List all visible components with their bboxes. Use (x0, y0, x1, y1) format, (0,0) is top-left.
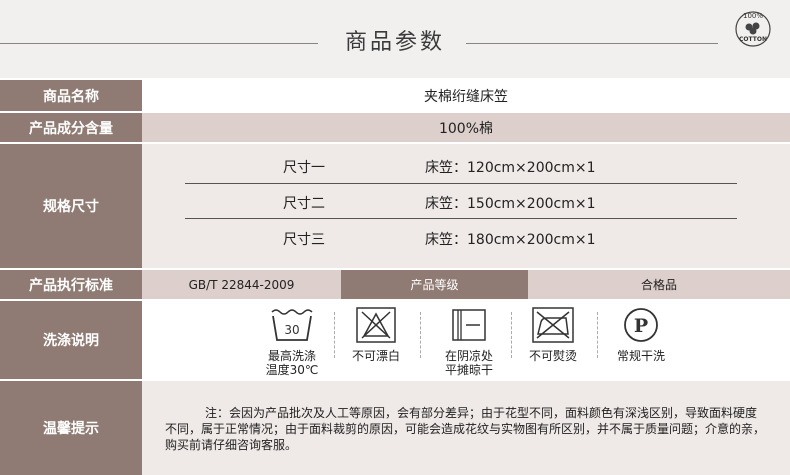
shade-dry-icon (446, 306, 492, 344)
no-bleach-icon (353, 306, 399, 344)
wash-text: 最高洗涤 温度30℃ (252, 349, 332, 377)
row-composition: 产品成分含量 100%棉 (0, 113, 790, 142)
wash-text-line: 不可漂白 (351, 349, 400, 363)
size-divider (185, 218, 737, 219)
logo-text-bottom: COTTON (739, 36, 767, 43)
wash-item: P 常规干洗 (601, 306, 681, 363)
wash-text: 不可漂白 (336, 349, 416, 363)
value-composition: 100%棉 (142, 113, 790, 142)
dry-clean-p-icon: P (618, 306, 664, 344)
wash-text: 在阴凉处 平摊晾干 (429, 349, 509, 377)
value-standard: GB/T 22844-2009 (142, 270, 341, 299)
wash-text: 不可熨烫 (513, 349, 593, 363)
wash-item: 30 最高洗涤 温度30℃ (252, 306, 332, 377)
wash-text-line: 最高洗涤 (267, 349, 316, 363)
page-title: 商品参数 (344, 30, 445, 55)
row-size: 规格尺寸 (0, 144, 790, 268)
label-size: 规格尺寸 (0, 144, 142, 268)
wash-item: 不可漂白 (336, 306, 416, 363)
size-name: 尺寸二 (283, 196, 325, 212)
size-name: 尺寸三 (283, 232, 325, 248)
size-spec: 床笠：150cm×200cm×1 (425, 196, 596, 212)
label-product-name: 商品名称 (0, 80, 142, 111)
size-name: 尺寸一 (283, 160, 325, 176)
wash-item: 在阴凉处 平摊晾干 (429, 306, 509, 377)
label-grade: 产品等级 (341, 270, 528, 299)
row-standard: 产品执行标准 GB/T 22844-2009 产品等级 合格品 (0, 270, 790, 299)
dry-clean-letter: P (634, 315, 648, 337)
label-composition: 产品成分含量 (0, 113, 142, 142)
wash-30-icon: 30 (269, 306, 315, 344)
wash-text-line: 温度30℃ (265, 363, 319, 377)
label-standard: 产品执行标准 (0, 270, 142, 299)
wash-divider (597, 312, 599, 358)
wash-temp-number: 30 (284, 323, 299, 337)
wash-text-line: 不可熨烫 (528, 349, 577, 363)
no-iron-icon (530, 306, 576, 344)
size-spec: 床笠：180cm×200cm×1 (425, 232, 596, 248)
label-tips: 温馨提示 (0, 381, 142, 475)
size-divider (185, 183, 737, 184)
row-product-name: 商品名称 夹棉绗缝床笠 (0, 80, 790, 111)
wash-text-line: 在阴凉处 (444, 349, 493, 363)
wash-text-line: 平摊晾干 (444, 363, 493, 377)
value-product-name: 夹棉绗缝床笠 (142, 80, 790, 111)
page-header: 商品参数 100% COTTON (0, 0, 790, 78)
tips-text: 注：会因为产品批次及人工等原因，会有部分差异；由于花型不同，面料颜色有深浅区别，… (165, 406, 766, 452)
cotton-logo-icon: 100% COTTON (734, 10, 772, 48)
wash-text: 常规干洗 (601, 349, 681, 363)
wash-divider (420, 312, 422, 358)
value-grade: 合格品 (528, 270, 790, 299)
wash-text-line: 常规干洗 (616, 349, 665, 363)
logo-text-top: 100% (742, 12, 763, 20)
size-spec: 床笠：120cm×200cm×1 (425, 160, 596, 176)
label-wash: 洗涤说明 (0, 301, 142, 379)
wash-item: 不可熨烫 (513, 306, 593, 363)
